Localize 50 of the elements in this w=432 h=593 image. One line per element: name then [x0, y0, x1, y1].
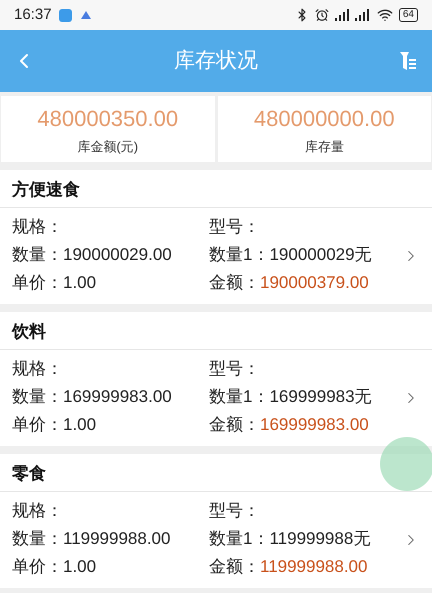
field-value: 119999988.00 — [260, 556, 368, 578]
signal-icon — [354, 9, 371, 21]
battery-icon: 64 — [398, 8, 418, 22]
item-name: 方便速食 — [12, 178, 80, 200]
field-label: 数量： — [12, 244, 63, 266]
field-label: 型号： — [209, 500, 260, 522]
field-value: 190000029.00 — [63, 244, 172, 266]
field-value: 119999988无 — [269, 528, 370, 550]
summary-label: 库金额(元) — [77, 138, 138, 156]
field-value: 169999983.00 — [260, 414, 369, 436]
summary-label: 库存量 — [304, 138, 344, 156]
field-label: 规格： — [12, 358, 63, 380]
field-value: 169999983无 — [269, 386, 372, 408]
field-label: 金额： — [209, 272, 260, 294]
field-label: 数量1： — [209, 528, 270, 550]
signal-icon — [334, 9, 351, 21]
field-label: 单价： — [12, 414, 63, 436]
item-name: 零食 — [12, 462, 46, 484]
field-label: 单价： — [12, 272, 63, 294]
field-label: 型号： — [209, 216, 260, 238]
field-label: 规格： — [12, 216, 63, 238]
filter-icon — [400, 52, 416, 70]
field-value: 119999988.00 — [63, 528, 170, 550]
field-value: 1.00 — [63, 556, 96, 578]
page-title: 库存状况 — [174, 48, 258, 74]
field-label: 金额： — [209, 556, 260, 578]
field-label: 规格： — [12, 500, 63, 522]
field-value: 190000379.00 — [260, 272, 369, 294]
field-label: 数量： — [12, 386, 63, 408]
summary-value: 480000350.00 — [37, 104, 178, 133]
field-label: 数量1： — [209, 244, 270, 266]
weather-app-icon — [58, 8, 72, 22]
item-card[interactable]: 方便速食 规格： 型号： 数量：190000029.00 数量1：190000029无 单价：1.00 金额：190000379.00 — [0, 170, 432, 304]
wifi-icon — [376, 7, 393, 23]
field-label: 数量1： — [209, 386, 270, 408]
status-time: 16:37 — [14, 4, 52, 25]
field-label: 数量： — [12, 528, 63, 550]
field-value: 190000029无 — [269, 244, 372, 266]
field-label: 型号： — [209, 358, 260, 380]
item-name: 饮料 — [12, 320, 46, 342]
field-label: 单价： — [12, 556, 63, 578]
field-value: 1.00 — [63, 414, 96, 436]
summary-value: 480000000.00 — [254, 104, 395, 133]
field-value: 169999983.00 — [63, 386, 172, 408]
field-value: 1.00 — [63, 272, 96, 294]
item-card[interactable]: 饮料 规格： 型号： 数量：169999983.00 数量1：169999983无 单价：1.00 金额：169999983.00 — [0, 312, 432, 446]
triangle-app-icon — [80, 9, 92, 21]
field-label: 金额： — [209, 414, 260, 436]
item-card[interactable]: 零食 规格： 型号： 数量：119999988.00 数量1：119999988无 单价：1.00 金额：119999988.00 — [0, 454, 432, 588]
alarm-icon — [314, 8, 329, 22]
